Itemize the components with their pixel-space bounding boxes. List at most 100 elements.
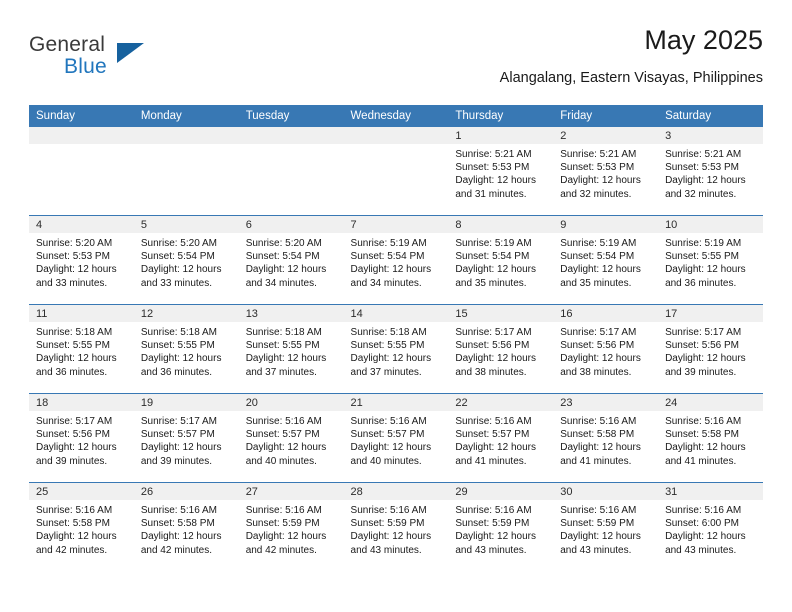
day-number: 15 [448, 305, 554, 322]
daylight-text-line1: Daylight: 12 hours [140, 353, 222, 365]
day-cell[interactable]: 12 Sunrise: 5:18 AM Sunset: 5:55 PM Dayligh… [133, 305, 239, 393]
daylight-text-line2: and 38 minutes. [560, 366, 632, 378]
day-cell[interactable]: 26 Sunrise: 5:16 AM Sunset: 5:58 PM Dayligh… [133, 483, 239, 571]
day-cell[interactable]: 4 Sunrise: 5:20 AM Sunset: 5:53 PM Daylight… [29, 216, 134, 304]
calendar-cell: 6 Sunrise: 5:20 AM Sunset: 5:54 PM Daylight… [238, 215, 344, 305]
day-number: 25 [29, 483, 134, 500]
calendar-cell: 19 Sunrise: 5:17 AM Sunset: 5:57 PM Dayligh… [133, 393, 239, 483]
daylight-text-line1: Daylight: 12 hours [455, 175, 536, 187]
day-cell[interactable]: 1 Sunrise: 5:21 AM Sunset: 5:53 PM Daylight… [448, 127, 554, 215]
sunrise-text: Sunrise: 5:16 AM [455, 416, 532, 427]
calendar-cell: 2 Sunrise: 5:21 AM Sunset: 5:53 PM Daylight… [553, 127, 659, 216]
day-cell[interactable]: 23 Sunrise: 5:16 AM Sunset: 5:58 PM Dayligh… [553, 394, 659, 482]
day-cell[interactable]: 13 Sunrise: 5:18 AM Sunset: 5:55 PM Dayligh… [238, 305, 344, 393]
daylight-text-line2: and 40 minutes. [350, 455, 422, 467]
sunrise-text: Sunrise: 5:18 AM [350, 327, 427, 338]
sunrise-sunset-calendar: Sunday Monday Tuesday Wednesday Thursday… [29, 105, 763, 571]
calendar-cell: 1 Sunrise: 5:21 AM Sunset: 5:53 PM Daylight… [448, 127, 554, 216]
sunset-text: Sunset: 5:55 PM [140, 340, 215, 352]
sunset-text: Sunset: 5:56 PM [455, 340, 530, 352]
day-details: Sunrise: 5:17 AM Sunset: 5:56 PM Daylight:… [658, 322, 763, 379]
day-cell[interactable]: 9 Sunrise: 5:19 AM Sunset: 5:54 PM Daylight… [553, 216, 659, 304]
sunset-text: Sunset: 5:59 PM [455, 518, 530, 530]
day-cell[interactable]: 14 Sunrise: 5:18 AM Sunset: 5:55 PM Dayligh… [343, 305, 449, 393]
day-number [238, 127, 344, 144]
day-cell[interactable]: 28 Sunrise: 5:16 AM Sunset: 5:59 PM Dayligh… [343, 483, 449, 571]
daylight-text-line1: Daylight: 12 hours [36, 531, 117, 543]
day-cell[interactable]: 15 Sunrise: 5:17 AM Sunset: 5:56 PM Dayligh… [448, 305, 554, 393]
daylight-text-line2: and 36 minutes. [665, 277, 737, 289]
calendar-cell: 10 Sunrise: 5:19 AM Sunset: 5:55 PM Dayligh… [658, 215, 763, 305]
daylight-text-line1: Daylight: 12 hours [665, 442, 746, 454]
calendar-cell: 26 Sunrise: 5:16 AM Sunset: 5:58 PM Dayligh… [133, 482, 239, 571]
daylight-text-line2: and 43 minutes. [455, 544, 527, 556]
page-subtitle: Alangalang, Eastern Visayas, Philippines [499, 70, 763, 86]
day-number: 30 [553, 483, 659, 500]
sunset-text: Sunset: 5:55 PM [350, 340, 425, 352]
day-details: Sunrise: 5:16 AM Sunset: 6:00 PM Daylight:… [658, 500, 763, 557]
day-number: 23 [553, 394, 659, 411]
day-cell[interactable]: 10 Sunrise: 5:19 AM Sunset: 5:55 PM Dayligh… [658, 216, 763, 304]
sunset-text: Sunset: 5:58 PM [36, 518, 110, 530]
day-cell[interactable]: 8 Sunrise: 5:19 AM Sunset: 5:54 PM Daylight… [448, 216, 554, 304]
day-cell[interactable]: 30 Sunrise: 5:16 AM Sunset: 5:59 PM Dayligh… [553, 483, 659, 571]
day-number: 9 [553, 216, 659, 233]
day-cell[interactable]: 31 Sunrise: 5:16 AM Sunset: 6:00 PM Dayligh… [658, 483, 763, 571]
calendar-cell: 9 Sunrise: 5:19 AM Sunset: 5:54 PM Daylight… [553, 215, 659, 305]
day-number [29, 127, 134, 144]
day-cell[interactable]: 11 Sunrise: 5:18 AM Sunset: 5:55 PM Dayligh… [29, 305, 134, 393]
calendar-page: General Blue May 2025 Alangalang, Easter… [0, 0, 792, 612]
sunrise-text: Sunrise: 5:17 AM [36, 416, 113, 427]
sunrise-text: Sunrise: 5:18 AM [36, 327, 113, 338]
daylight-text-line2: and 41 minutes. [560, 455, 632, 467]
weekday-header-monday: Monday [133, 105, 239, 127]
page-title: May 2025 [644, 25, 763, 55]
day-number: 31 [658, 483, 763, 500]
day-details: Sunrise: 5:20 AM Sunset: 5:54 PM Daylight:… [239, 233, 344, 290]
day-cell[interactable]: 27 Sunrise: 5:16 AM Sunset: 5:59 PM Dayligh… [238, 483, 344, 571]
sunrise-text: Sunrise: 5:20 AM [245, 238, 322, 249]
day-cell[interactable]: 17 Sunrise: 5:17 AM Sunset: 5:56 PM Dayligh… [658, 305, 763, 393]
day-cell[interactable]: 29 Sunrise: 5:16 AM Sunset: 5:59 PM Dayligh… [448, 483, 554, 571]
day-details: Sunrise: 5:17 AM Sunset: 5:56 PM Daylight:… [29, 411, 134, 468]
daylight-text-line2: and 39 minutes. [665, 366, 737, 378]
day-cell[interactable]: 5 Sunrise: 5:20 AM Sunset: 5:54 PM Daylight… [133, 216, 239, 304]
day-cell[interactable]: 2 Sunrise: 5:21 AM Sunset: 5:53 PM Daylight… [553, 127, 659, 215]
calendar-cell: 14 Sunrise: 5:18 AM Sunset: 5:55 PM Dayligh… [343, 304, 449, 394]
sunrise-text: Sunrise: 5:17 AM [665, 327, 742, 338]
day-cell[interactable]: 20 Sunrise: 5:16 AM Sunset: 5:57 PM Dayligh… [238, 394, 344, 482]
day-cell[interactable]: 22 Sunrise: 5:16 AM Sunset: 5:57 PM Dayligh… [448, 394, 554, 482]
day-cell[interactable]: 24 Sunrise: 5:16 AM Sunset: 5:58 PM Dayligh… [658, 394, 763, 482]
sunset-text: Sunset: 5:54 PM [455, 251, 530, 263]
sunrise-text: Sunrise: 5:16 AM [245, 416, 322, 427]
day-details: Sunrise: 5:19 AM Sunset: 5:55 PM Daylight:… [658, 233, 763, 290]
day-details: Sunrise: 5:17 AM Sunset: 5:56 PM Daylight:… [448, 322, 553, 379]
day-details: Sunrise: 5:19 AM Sunset: 5:54 PM Daylight:… [344, 233, 449, 290]
day-cell[interactable]: 3 Sunrise: 5:21 AM Sunset: 5:53 PM Daylight… [658, 127, 763, 215]
daylight-text-line1: Daylight: 12 hours [560, 175, 641, 187]
sunset-text: Sunset: 5:57 PM [140, 429, 215, 441]
sunset-text: Sunset: 5:56 PM [560, 340, 635, 352]
day-cell[interactable]: 18 Sunrise: 5:17 AM Sunset: 5:56 PM Dayligh… [29, 394, 134, 482]
sunrise-text: Sunrise: 5:16 AM [36, 505, 113, 516]
day-details: Sunrise: 5:18 AM Sunset: 5:55 PM Daylight:… [344, 322, 449, 379]
general-blue-logo[interactable]: General Blue [29, 33, 169, 91]
day-details: Sunrise: 5:16 AM Sunset: 5:59 PM Daylight:… [344, 500, 449, 557]
day-cell[interactable]: 16 Sunrise: 5:17 AM Sunset: 5:56 PM Dayligh… [553, 305, 659, 393]
day-number: 27 [238, 483, 344, 500]
calendar-week-row: 25 Sunrise: 5:16 AM Sunset: 5:58 PM Dayligh… [29, 482, 763, 571]
day-cell[interactable]: 19 Sunrise: 5:17 AM Sunset: 5:57 PM Dayligh… [133, 394, 239, 482]
sunrise-text: Sunrise: 5:19 AM [665, 238, 742, 249]
calendar-cell [133, 127, 239, 216]
calendar-cell: 20 Sunrise: 5:16 AM Sunset: 5:57 PM Dayligh… [238, 393, 344, 483]
day-details: Sunrise: 5:17 AM Sunset: 5:56 PM Daylight:… [553, 322, 658, 379]
day-cell [29, 127, 134, 215]
day-cell[interactable]: 25 Sunrise: 5:16 AM Sunset: 5:58 PM Dayligh… [29, 483, 134, 571]
day-cell[interactable]: 7 Sunrise: 5:19 AM Sunset: 5:54 PM Daylight… [343, 216, 449, 304]
sunrise-text: Sunrise: 5:21 AM [665, 149, 742, 160]
day-cell[interactable]: 6 Sunrise: 5:20 AM Sunset: 5:54 PM Daylight… [238, 216, 344, 304]
daylight-text-line1: Daylight: 12 hours [350, 264, 432, 276]
sunrise-text: Sunrise: 5:16 AM [350, 505, 427, 516]
day-details: Sunrise: 5:21 AM Sunset: 5:53 PM Daylight:… [658, 144, 763, 201]
day-cell[interactable]: 21 Sunrise: 5:16 AM Sunset: 5:57 PM Dayligh… [343, 394, 449, 482]
